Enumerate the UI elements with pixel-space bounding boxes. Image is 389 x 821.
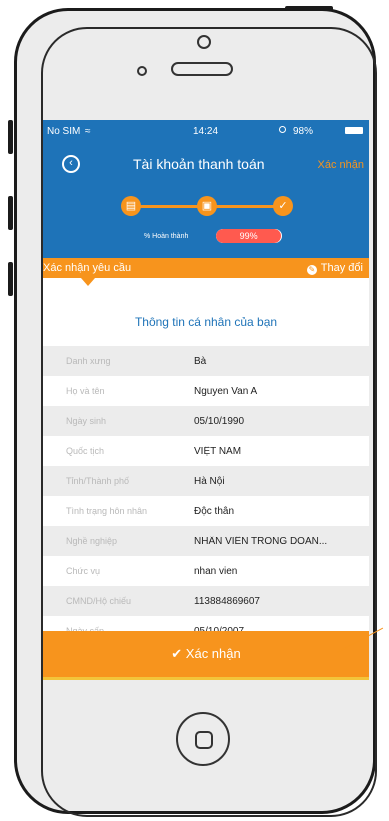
header: ‹ Tài khoản thanh toán Xác nhận ▤ ▣ ✓ % …: [43, 142, 369, 258]
confirm-button-label: Xác nhận: [185, 646, 241, 661]
sensor-icon: [137, 66, 147, 76]
table-row: Chức vụ nhan vien: [43, 556, 369, 586]
section-title: Thông tin cá nhân của bạn: [134, 315, 278, 329]
home-button[interactable]: [176, 712, 230, 766]
alarm-icon: [279, 126, 286, 133]
step-1-document-icon: ▤: [121, 196, 141, 216]
change-label: Thay đổi: [320, 262, 363, 274]
table-row: Ngày sinh 05/10/1990: [43, 406, 369, 436]
step-2-card-icon: ▣: [197, 196, 217, 216]
row-label: Chức vụ: [66, 566, 101, 576]
row-value: Hà Nội: [194, 476, 225, 487]
back-icon[interactable]: ‹: [62, 155, 80, 173]
clock-text: 14:24: [193, 126, 219, 137]
row-label: Tỉnh/Thành phố: [66, 476, 130, 486]
row-value: 05/10/1990: [194, 416, 245, 427]
step-3-check-icon: ✓: [273, 196, 293, 216]
battery-percent-text: 98%: [293, 126, 314, 137]
carrier-text: No SIM: [47, 126, 81, 137]
mute-switch: [8, 120, 13, 154]
progress-label: % Hoàn thành: [144, 233, 189, 240]
row-label: Tình trạng hôn nhân: [66, 506, 148, 516]
wifi-icon: ≈: [85, 126, 91, 137]
row-value: Độc thân: [194, 506, 235, 517]
row-value: Bà: [194, 356, 207, 367]
app-screen: No SIM ≈ 14:24 98% ‹ Tài khoản thanh toá…: [43, 120, 369, 680]
power-button: [285, 6, 333, 11]
front-camera-icon: [197, 35, 211, 49]
row-label: Quốc tịch: [66, 446, 105, 456]
row-value: 113884869607: [194, 596, 260, 607]
table-row: CMND/Hộ chiếu 113884869607: [43, 586, 369, 616]
table-row: Danh xưng Bà: [43, 346, 369, 376]
row-label: CMND/Hộ chiếu: [66, 596, 132, 606]
table-row: Nghề nghiệp NHÂN VIÊN TRONG DOAN...: [43, 526, 369, 556]
table-row: Tình trạng hôn nhân Độc thân: [43, 496, 369, 526]
row-label: Họ và tên: [66, 386, 105, 396]
page-title: Tài khoản thanh toán: [133, 156, 265, 172]
table-row: Quốc tịch VIỆT NAM: [43, 436, 369, 466]
check-icon: ✔: [171, 646, 183, 661]
row-value: VIỆT NAM: [194, 446, 242, 457]
bottom-stripe: [43, 677, 369, 680]
header-confirm-link[interactable]: Xác nhận: [318, 159, 364, 171]
volume-down-button: [8, 262, 13, 296]
home-square-icon: [195, 731, 213, 749]
progress-fill: 99%: [216, 229, 282, 243]
table-row: Họ và tên Nguyen Van A: [43, 376, 369, 406]
table-row: Tỉnh/Thành phố Hà Nội: [43, 466, 369, 496]
edit-icon: ✎: [306, 265, 317, 275]
row-value: NHÂN VIÊN TRONG DOAN...: [194, 536, 328, 547]
confirm-request-bar: Xác nhận yêu cầu ✎ Thay đổi: [43, 258, 369, 278]
row-label: Nghề nghiệp: [66, 536, 118, 546]
volume-up-button: [8, 196, 13, 230]
caret-down-icon: [81, 278, 95, 286]
change-button[interactable]: ✎ Thay đổi: [306, 262, 363, 275]
battery-icon: [345, 127, 363, 134]
row-value: Nguyen Van A: [194, 386, 258, 397]
confirm-button[interactable]: ✔ Xác nhận: [43, 631, 369, 677]
speaker-grille: [171, 62, 233, 76]
progress-bar: 99%: [216, 229, 282, 243]
confirm-request-label: Xác nhận yêu cầu: [43, 262, 132, 274]
row-label: Ngày sinh: [66, 416, 107, 426]
status-bar: No SIM ≈ 14:24 98%: [43, 120, 369, 142]
row-label: Danh xưng: [66, 356, 111, 366]
info-list: Danh xưng Bà Họ và tên Nguyen Van A Ngày sin…: [43, 346, 369, 646]
row-value: nhan vien: [194, 566, 238, 577]
